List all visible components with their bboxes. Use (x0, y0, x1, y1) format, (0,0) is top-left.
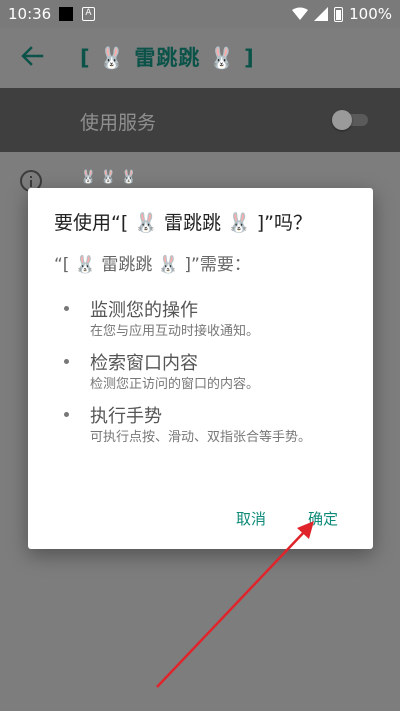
notification-square-icon (59, 7, 73, 21)
permission-title: 监测您的操作 (90, 300, 198, 321)
permission-desc: 在您与应用互动时接收通知。 (90, 324, 260, 339)
status-time: 10:36 (8, 5, 52, 23)
bullet-icon (64, 359, 69, 364)
ok-button[interactable]: 确定 (308, 508, 338, 529)
permission-desc: 可执行点按、滑动、双指张合等手势。 (90, 430, 312, 445)
bullet-icon (64, 412, 69, 417)
permission-desc: 检测您正访问的窗口的内容。 (90, 377, 260, 392)
list-item-text: 🐰 🐰 🐰 (80, 170, 137, 185)
service-toggle[interactable] (332, 110, 370, 130)
battery-percent: 100% (349, 5, 392, 23)
permission-dialog: 要使用“[ 🐰 雷跳跳 🐰 ]”吗？ “[ 🐰 雷跳跳 🐰 ]”需要： 监测您的… (28, 188, 373, 549)
status-right: 100% (292, 5, 392, 23)
app-bar: [ 🐰 雷跳跳 🐰 ] (0, 28, 400, 88)
battery-icon (334, 6, 344, 22)
cancel-button[interactable]: 取消 (236, 508, 266, 529)
signal-icon (314, 7, 329, 21)
permission-title: 执行手势 (90, 406, 162, 427)
bullet-icon (64, 306, 69, 311)
dialog-subtitle: “[ 🐰 雷跳跳 🐰 ]”需要： (54, 255, 251, 275)
page-title: [ 🐰 雷跳跳 🐰 ] (80, 46, 255, 70)
wifi-icon (292, 7, 309, 20)
status-bar: 10:36 A 100% (0, 0, 400, 28)
back-arrow-icon[interactable] (18, 42, 46, 70)
toggle-thumb (332, 110, 352, 130)
dialog-title: 要使用“[ 🐰 雷跳跳 🐰 ]”吗？ (54, 212, 312, 234)
permission-title: 检索窗口内容 (90, 353, 198, 374)
notification-a-icon: A (82, 7, 95, 21)
service-label: 使用服务 (80, 112, 157, 134)
